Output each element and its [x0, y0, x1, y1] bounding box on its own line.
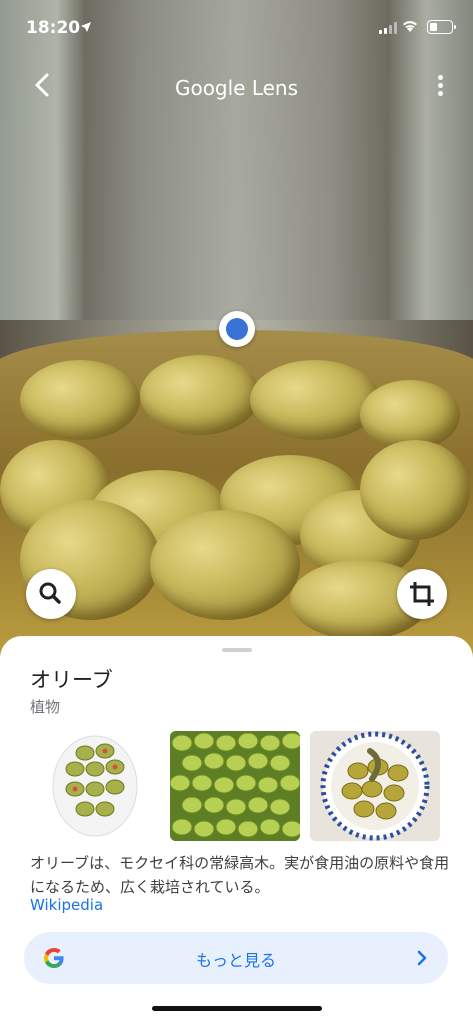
- see-more-label: もっと見る: [195, 951, 276, 970]
- location-arrow-icon: [81, 22, 91, 32]
- result-sheet: オリーブ 植物 オリーブは、モクセイ科の常緑高木。実が食用油の原料や食用になるた…: [0, 636, 473, 1024]
- crop-icon: [410, 582, 434, 606]
- drag-handle[interactable]: [222, 648, 252, 652]
- result-description: オリーブは、モクセイ科の常緑高木。実が食用油の原料や食用になるため、広く栽培され…: [30, 854, 450, 896]
- olive: [360, 440, 470, 540]
- app-title: Google Lens: [174, 76, 299, 100]
- lens-header: Google Lens: [0, 62, 473, 112]
- focus-point[interactable]: [219, 311, 255, 347]
- wifi-icon: [403, 21, 417, 32]
- wikipedia-link[interactable]: Wikipedia: [30, 896, 103, 914]
- result-title: オリーブ: [30, 668, 113, 692]
- result-category: 植物: [30, 698, 61, 716]
- see-more-button[interactable]: もっと見る: [24, 932, 448, 984]
- more-vert-icon[interactable]: [435, 72, 445, 100]
- result-image[interactable]: [170, 731, 300, 841]
- olive: [150, 510, 300, 620]
- battery-icon: [427, 20, 456, 34]
- olive: [20, 360, 140, 440]
- search-button[interactable]: [26, 569, 76, 619]
- image-carousel: [30, 731, 443, 841]
- status-time: 18:20: [26, 18, 81, 38]
- search-icon: [39, 582, 61, 604]
- result-image[interactable]: [310, 731, 440, 841]
- chevron-right-icon: [417, 950, 427, 966]
- olive: [250, 360, 380, 440]
- home-indicator[interactable]: [152, 1006, 322, 1011]
- signal-icon: [379, 22, 397, 34]
- result-image[interactable]: [30, 731, 160, 841]
- status-bar: 18:20: [0, 0, 473, 56]
- crop-button[interactable]: [397, 569, 447, 619]
- olive: [140, 355, 260, 435]
